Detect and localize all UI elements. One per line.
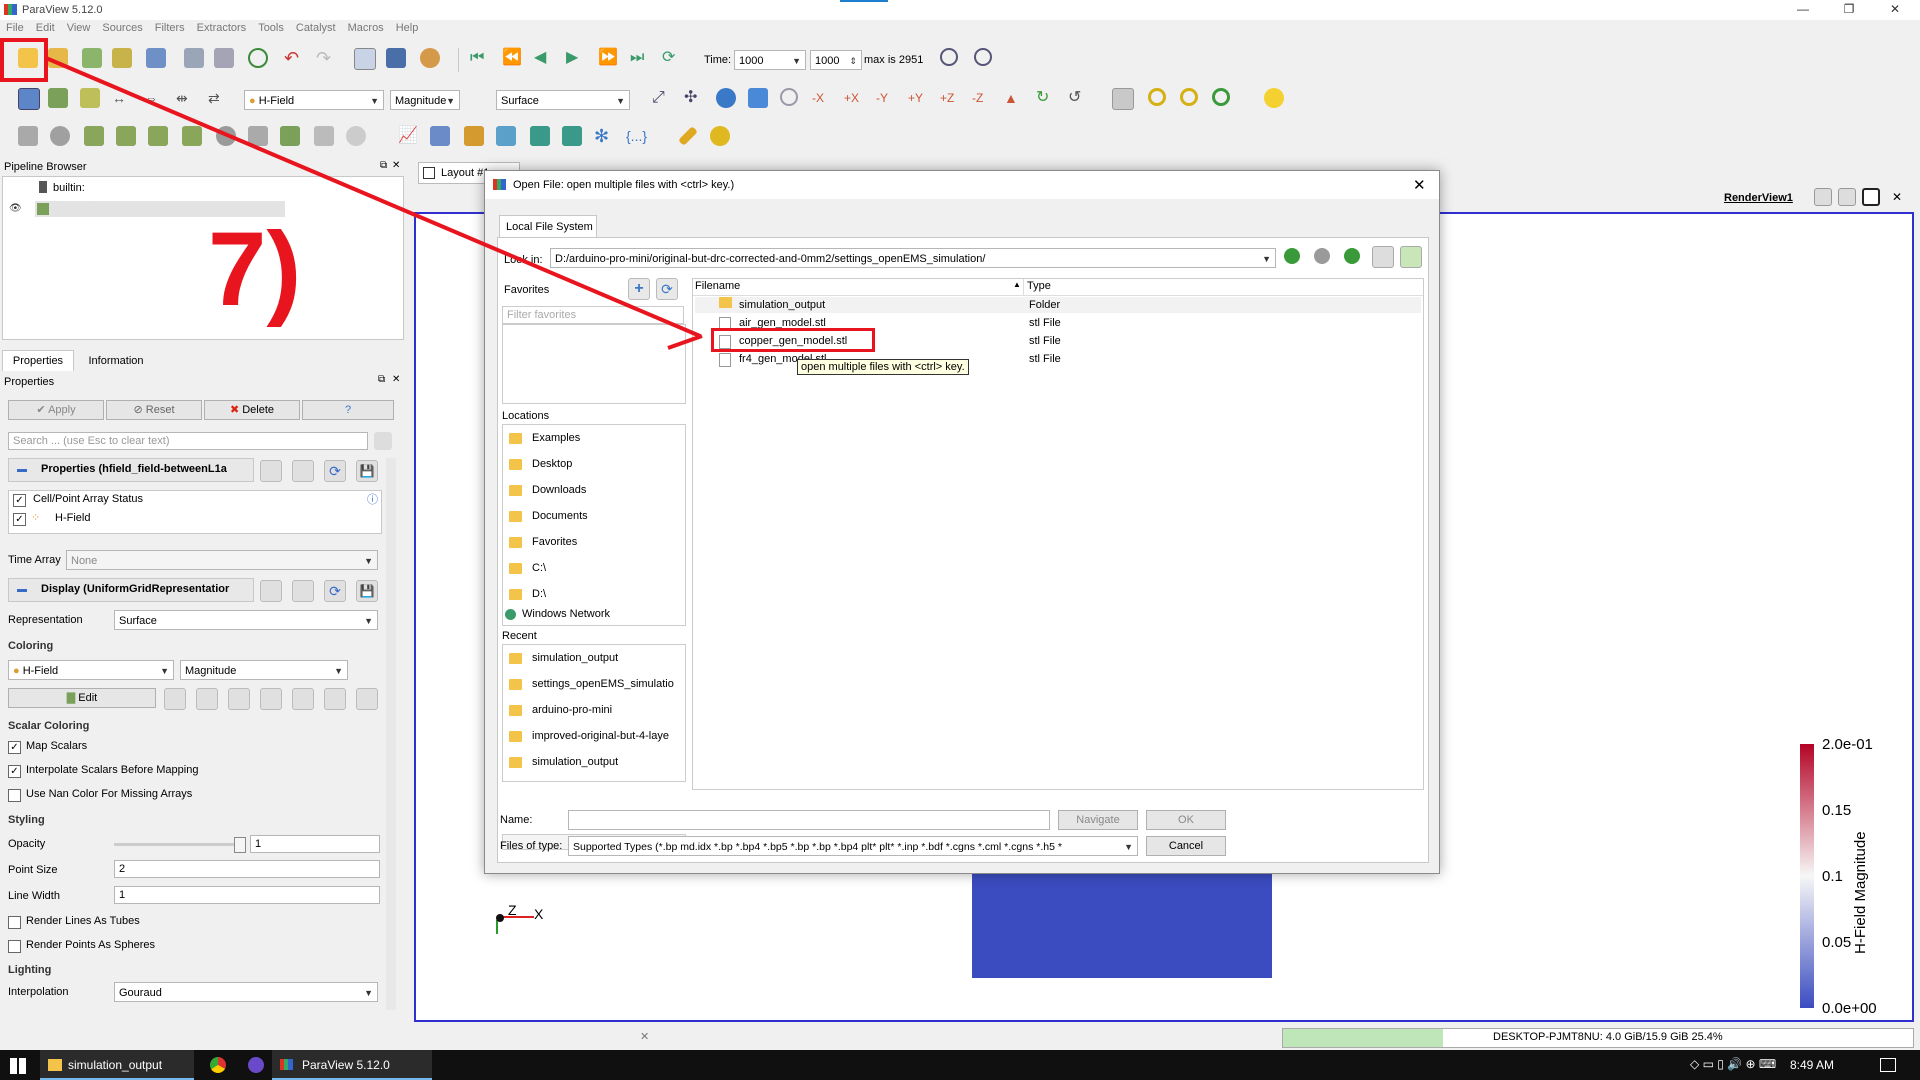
annotation-arrow-line [45, 56, 701, 338]
folder-icon [48, 1059, 62, 1071]
taskbar-item-explorer[interactable]: simulation_output [40, 1050, 194, 1080]
annotation-arrow-head [667, 334, 703, 350]
taskbar-item-paraview[interactable]: ParaView 5.12.0 [272, 1050, 432, 1080]
notification-icon[interactable] [1880, 1058, 1896, 1072]
windows-start-icon[interactable] [10, 1058, 26, 1074]
taskbar: simulation_output ParaView 5.12.0 ◇ ▭ ▯ … [0, 1050, 1920, 1080]
annotation-overlay [0, 38, 703, 350]
tray-icons[interactable]: ◇ ▭ ▯ 🔊 ⊕ ⌨ [1690, 1057, 1776, 1071]
paraview-logo-icon [280, 1059, 293, 1070]
chrome-icon[interactable] [210, 1057, 226, 1073]
app-icon[interactable] [248, 1057, 264, 1073]
taskbar-item-paraview-label: ParaView 5.12.0 [302, 1058, 390, 1072]
open-button-highlight [0, 38, 48, 82]
taskbar-clock: 8:49 AM [1790, 1058, 1835, 1072]
taskbar-item-explorer-label: simulation_output [68, 1058, 163, 1072]
